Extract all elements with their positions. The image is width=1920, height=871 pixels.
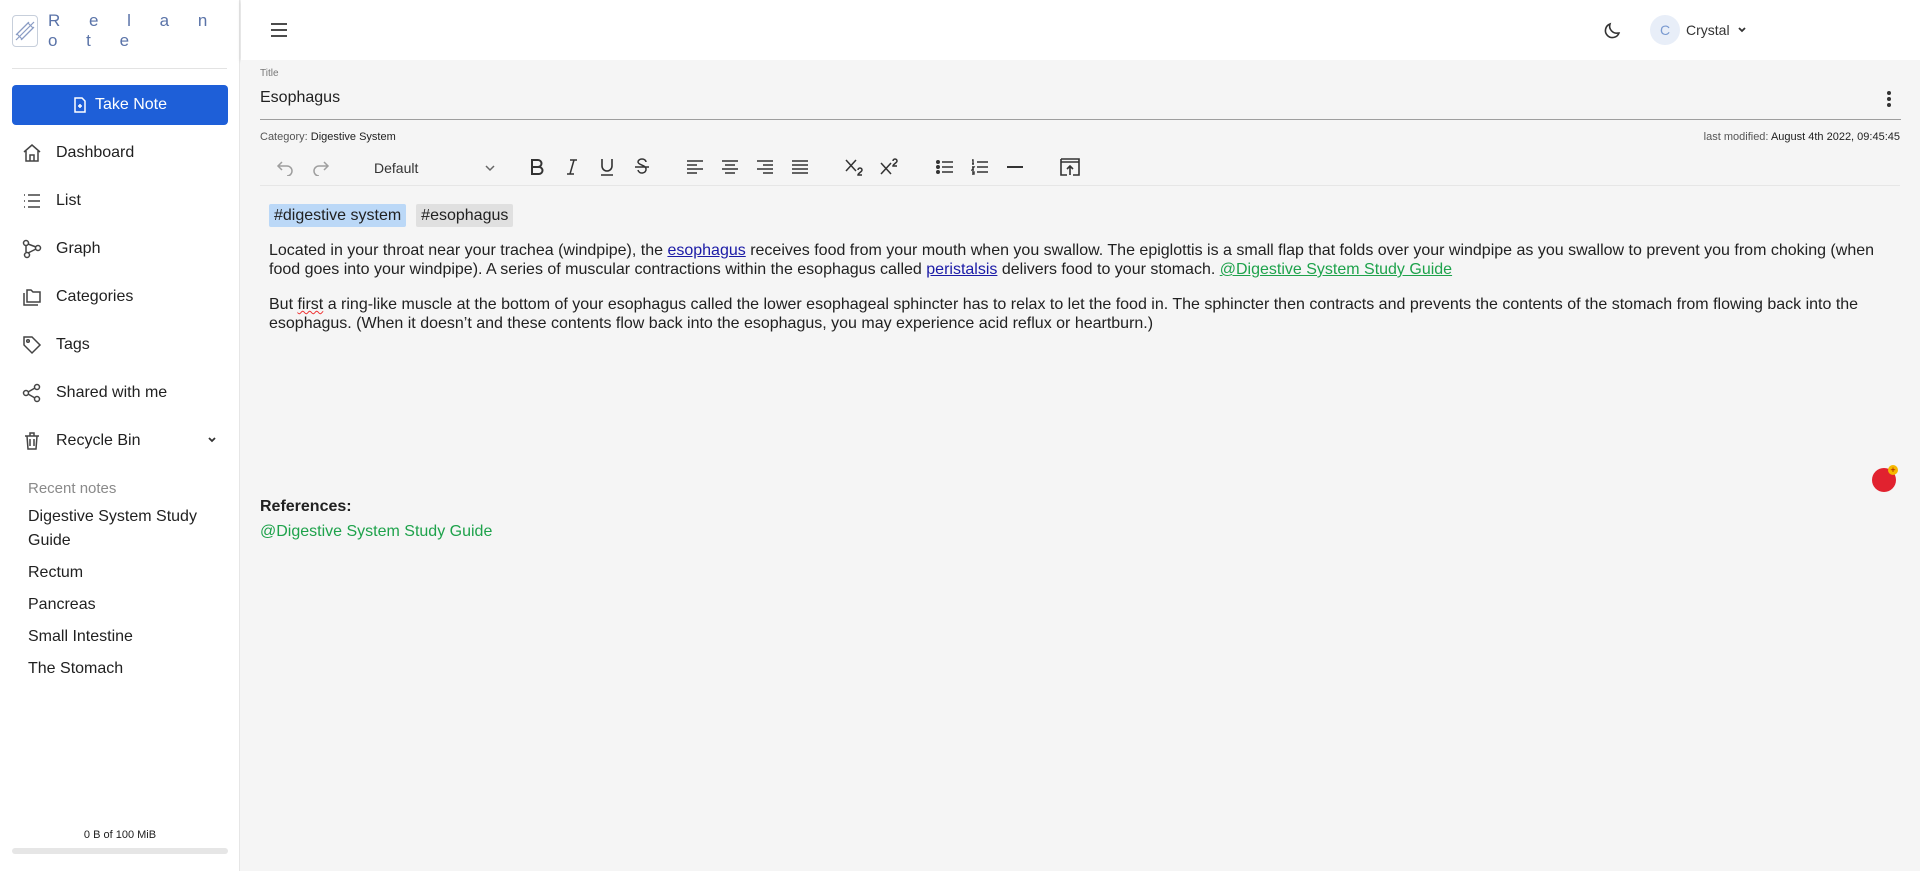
sidebar-item-graph[interactable]: Graph [0,225,240,273]
chevron-down-icon [1737,27,1746,33]
paragraph-text: a ring-like muscle at the bottom of your… [269,296,1859,332]
tag-icon [22,335,42,355]
app-logo[interactable]: R e l a n o t e [0,0,239,62]
sidebar-item-label: Graph [56,240,101,257]
paragraph-text: But [269,296,298,313]
more-options-icon[interactable] [1886,90,1892,113]
wiki-link[interactable]: esophagus [667,242,745,259]
dark-mode-icon[interactable] [1603,20,1623,45]
chevron-down-icon [485,165,495,172]
menu-icon[interactable] [269,20,289,45]
plus-icon: + [1888,465,1898,475]
sidebar-item-label: Categories [56,288,134,305]
share-icon [22,383,42,403]
note-editor: Title Esophagus Category: Digestive Syst… [241,60,1920,871]
note-body[interactable]: #digestive system #esophagus Located in … [269,204,1899,349]
recent-note-item[interactable]: Small Intestine [28,625,228,649]
redo-icon[interactable] [308,154,334,180]
home-icon [22,143,42,163]
sidebar-item-label: Recycle Bin [56,432,141,449]
misspelled-word: first [297,296,324,313]
align-left-icon[interactable] [682,154,708,180]
title-underline [260,119,1901,120]
paragraph-format-select[interactable]: Default [374,157,498,179]
app-name: R e l a n o t e [48,11,220,50]
sidebar-item-label: Tags [56,336,90,353]
align-center-icon[interactable] [717,154,743,180]
list-icon [22,191,42,211]
sidebar-item-recycle-bin[interactable]: Recycle Bin [0,417,240,465]
user-name: Crystal [1686,22,1730,38]
sidebar-item-label: List [56,192,81,209]
last-modified-label: last modified: [1703,131,1769,143]
references-title: References: [260,498,352,515]
tag-chip[interactable]: #esophagus [416,204,514,227]
italic-icon[interactable] [559,154,585,180]
subscript-icon[interactable] [842,154,868,180]
sidebar-item-tags[interactable]: Tags [0,321,240,369]
horizontal-rule-icon[interactable] [1002,154,1028,180]
underline-icon[interactable] [594,154,620,180]
title-field-label: Title [260,68,279,79]
recent-notes: Recent notes Digestive System Study Guid… [28,480,228,689]
note-icon [74,97,86,113]
avatar: C [1650,15,1680,45]
note-category: Category: Digestive System [260,131,396,143]
top-app-bar: C Crystal [241,0,1920,60]
paragraph-text: Located in your throat near your trachea… [269,242,668,259]
sidebar: R e l a n o t e Take Note Dashboard List… [0,0,240,871]
chevron-down-icon[interactable] [206,433,218,451]
paragraph: But first a ring-like muscle at the bott… [269,295,1899,333]
paragraph-format-value: Default [374,160,419,176]
sidebar-item-shared[interactable]: Shared with me [0,369,240,417]
bulleted-list-icon[interactable] [932,154,958,180]
category-label: Category: [260,131,308,143]
tag-list: #digestive system #esophagus [269,204,1899,227]
last-modified: last modified: August 4th 2022, 09:45:45 [1704,131,1900,143]
graph-icon [22,239,42,259]
recent-notes-title: Recent notes [28,480,117,497]
sidebar-nav: Dashboard List Graph Categories Tags Sha… [0,129,240,465]
category-value[interactable]: Digestive System [311,131,396,143]
storage-text: 0 B of 100 MiB [83,829,157,841]
trash-icon [22,431,42,451]
recent-note-item[interactable]: Digestive System Study Guide [28,505,228,553]
take-note-label: Take Note [94,96,168,113]
reference-link[interactable]: @Digestive System Study Guide [260,523,492,541]
sidebar-item-label: Shared with me [56,384,168,401]
paragraph: Located in your throat near your trachea… [269,241,1899,279]
sidebar-item-label: Dashboard [56,144,135,161]
editor-toolbar: Default [260,148,1900,186]
user-menu[interactable]: C Crystal [1650,15,1748,45]
folders-icon [22,287,42,307]
note-mention-link[interactable]: @Digestive System Study Guide [1220,261,1452,278]
recent-note-item[interactable]: Pancreas [28,593,228,617]
feedback-button[interactable]: + [1872,465,1898,492]
undo-icon[interactable] [272,154,298,180]
superscript-icon[interactable] [877,154,903,180]
take-note-button[interactable]: Take Note [12,85,228,125]
insert-block-icon[interactable] [1057,154,1083,180]
storage-progress-bar [12,848,228,854]
align-right-icon[interactable] [752,154,778,180]
paragraph-text: delivers food to your stomach. [997,261,1220,278]
last-modified-value: August 4th 2022, 09:45:45 [1770,131,1900,143]
wiki-link[interactable]: peristalsis [926,261,997,278]
recent-note-item[interactable]: The Stomach [28,657,228,681]
recent-note-item[interactable]: Rectum [28,561,228,585]
sidebar-item-categories[interactable]: Categories [0,273,240,321]
numbered-list-icon[interactable] [967,154,993,180]
sidebar-item-list[interactable]: List [0,177,240,225]
logo-icon [12,15,38,47]
strikethrough-icon[interactable] [629,154,655,180]
tag-chip[interactable]: #digestive system [269,204,407,227]
bold-icon[interactable] [524,154,550,180]
title-input[interactable]: Esophagus [260,89,340,107]
sidebar-item-dashboard[interactable]: Dashboard [0,129,240,177]
align-justify-icon[interactable] [787,154,813,180]
divider [12,68,227,69]
